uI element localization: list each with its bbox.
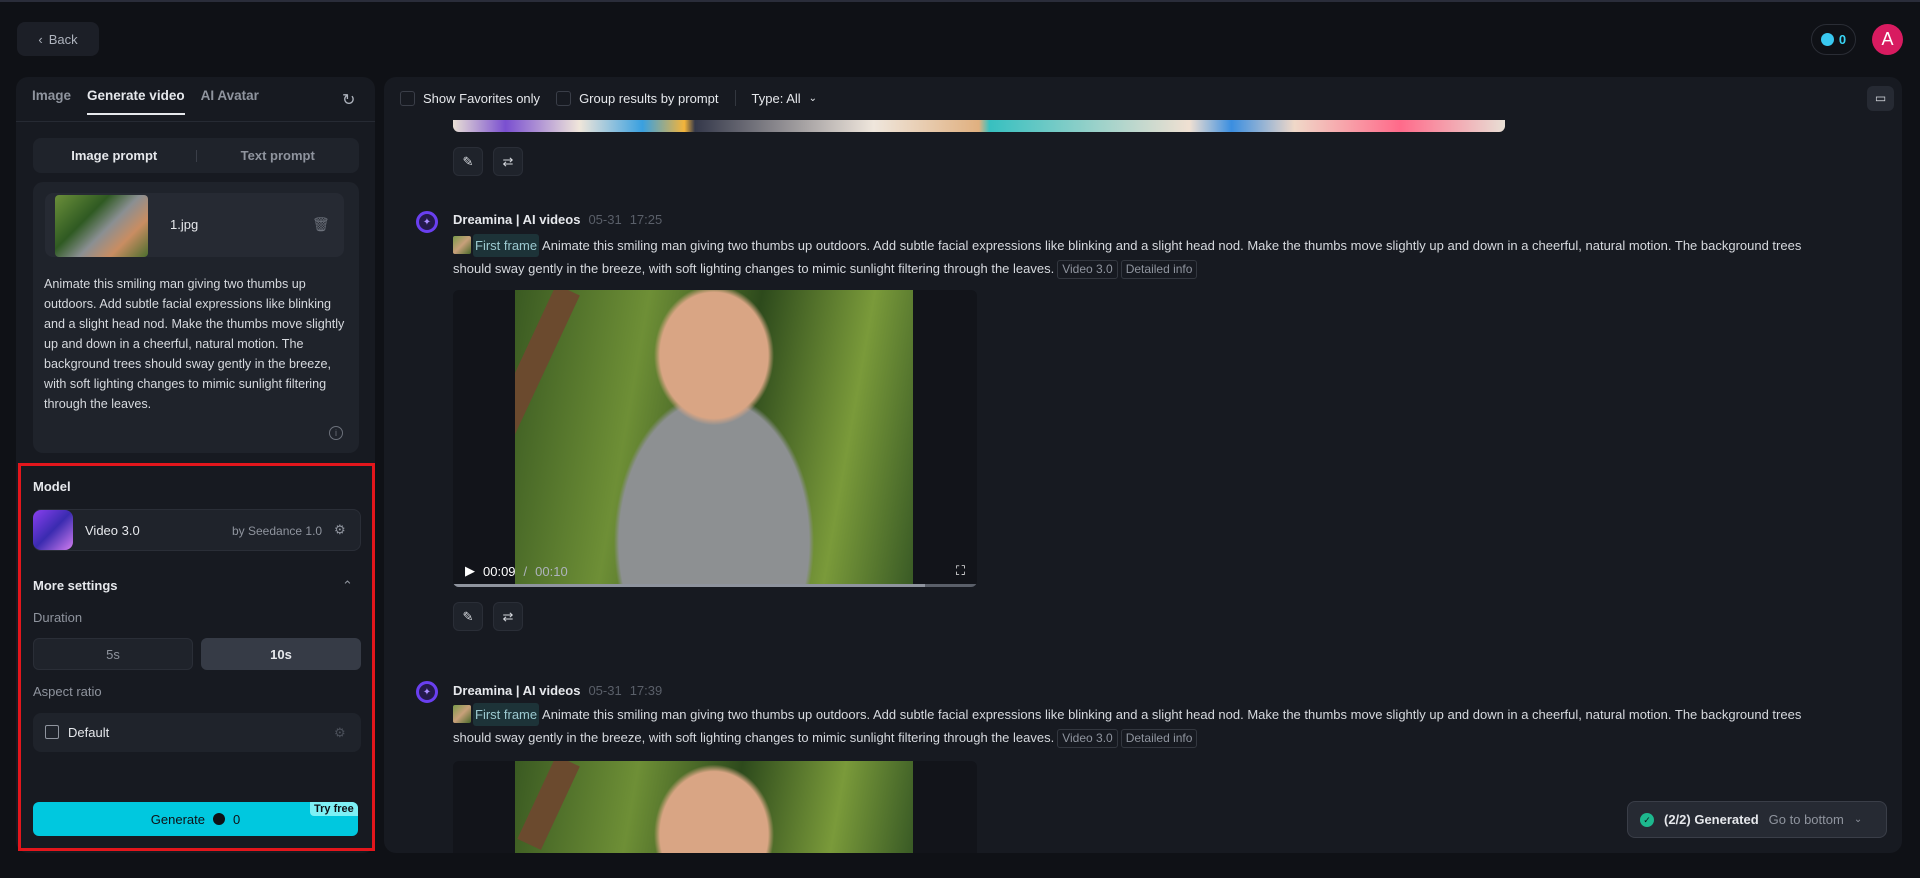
tab-generate-video[interactable]: Generate video xyxy=(87,88,185,115)
credits-badge[interactable]: 0 xyxy=(1811,24,1856,55)
edit-icon[interactable]: ✎ xyxy=(453,602,483,631)
tab-image[interactable]: Image xyxy=(32,88,71,115)
results-toolbar: Show Favorites only Group results by pro… xyxy=(400,90,817,106)
play-icon[interactable]: ▶ xyxy=(465,563,475,579)
uploaded-file-name: 1.jpg xyxy=(170,217,199,232)
video-frame xyxy=(515,761,913,853)
video-progress-bar[interactable] xyxy=(453,584,977,587)
fullscreen-icon[interactable]: ⛶ xyxy=(956,563,965,579)
model-tag[interactable]: Video 3.0 xyxy=(1057,729,1118,748)
entry-prompt: First frame Animate this smiling man giv… xyxy=(453,234,1833,280)
uploaded-image-thumbnail[interactable] xyxy=(55,195,148,257)
dreamina-avatar-icon: ✦ xyxy=(416,681,438,703)
first-frame-thumbnail xyxy=(453,705,471,723)
first-frame-thumbnail xyxy=(453,236,471,254)
favorites-label[interactable]: Show Favorites only xyxy=(423,91,540,106)
detailed-info-button[interactable]: Detailed info xyxy=(1120,729,1198,748)
tab-ai-avatar[interactable]: AI Avatar xyxy=(201,88,259,115)
entry-header: Dreamina | AI videos 05-31 17:39 xyxy=(453,683,663,698)
entry-prompt: First frame Animate this smiling man giv… xyxy=(453,703,1833,749)
image-prompt-tab[interactable]: Image prompt xyxy=(33,148,196,163)
type-filter[interactable]: Type: All xyxy=(752,91,801,106)
entry-header: Dreamina | AI videos 05-31 17:25 xyxy=(453,212,663,227)
reset-icon[interactable]: ↻ xyxy=(342,90,355,110)
first-frame-label[interactable]: First frame xyxy=(473,703,540,726)
chevron-left-icon: ‹ xyxy=(38,31,43,47)
video-player[interactable]: ▶ 00:09/00:10 ⛶ xyxy=(453,290,977,587)
video-frame xyxy=(515,290,913,587)
group-checkbox[interactable] xyxy=(556,90,572,106)
credit-icon xyxy=(1820,33,1834,46)
text-prompt-tab[interactable]: Text prompt xyxy=(197,148,360,163)
dreamina-avatar-icon: ✦ xyxy=(416,211,438,233)
regenerate-icon[interactable]: ⇄ xyxy=(493,602,523,631)
folder-icon[interactable]: ▭ xyxy=(1867,86,1894,111)
mode-tabs: Image Generate video AI Avatar xyxy=(32,88,259,115)
generation-status-toast[interactable]: ✓ (2/2) Generated Go to bottom ⌄ xyxy=(1627,801,1887,838)
prompt-mode-switch: Image prompt Text prompt xyxy=(33,138,359,173)
chevron-down-icon[interactable]: ⌄ xyxy=(809,93,817,104)
user-avatar[interactable]: A xyxy=(1872,24,1903,55)
previous-result-images[interactable] xyxy=(453,120,1505,132)
video-controls: ▶ 00:09/00:10 ⛶ xyxy=(465,563,965,579)
edit-icon[interactable]: ✎ xyxy=(453,147,483,176)
trash-icon[interactable]: 🗑 xyxy=(312,216,330,233)
group-label[interactable]: Group results by prompt xyxy=(579,91,718,106)
divider xyxy=(16,121,375,122)
go-to-bottom-link[interactable]: Go to bottom xyxy=(1769,812,1844,827)
back-button[interactable]: ‹ Back xyxy=(17,22,99,56)
first-frame-label[interactable]: First frame xyxy=(473,234,540,257)
info-icon[interactable]: i xyxy=(329,426,343,440)
separator xyxy=(734,90,736,106)
detailed-info-button[interactable]: Detailed info xyxy=(1120,260,1198,279)
favorites-checkbox[interactable] xyxy=(400,90,415,106)
check-icon: ✓ xyxy=(1640,812,1654,827)
video-player[interactable] xyxy=(453,761,977,853)
regenerate-icon[interactable]: ⇄ xyxy=(493,147,523,176)
highlight-box xyxy=(18,463,375,851)
top-border xyxy=(0,0,1920,2)
prompt-textarea[interactable]: Animate this smiling man giving two thum… xyxy=(44,274,349,414)
chevron-down-icon: ⌄ xyxy=(1853,814,1863,825)
model-tag[interactable]: Video 3.0 xyxy=(1057,260,1118,279)
